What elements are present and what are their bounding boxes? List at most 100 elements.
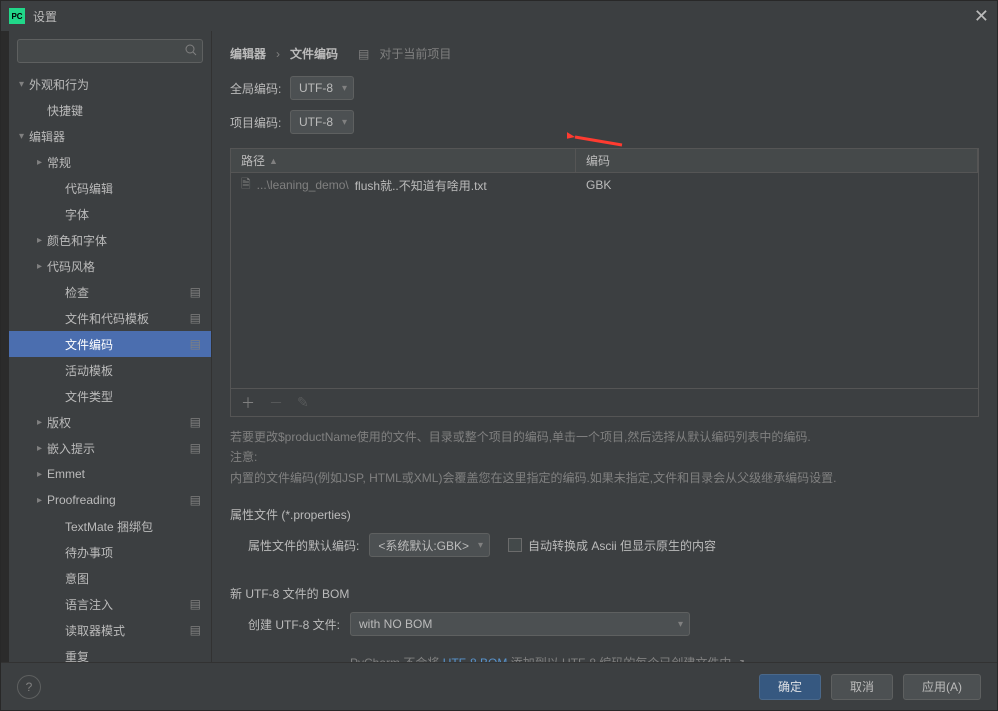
table-row[interactable]: 🗎...\leaning_demo\flush就..不知道有啥用.txtGBK — [231, 173, 978, 197]
tree-item-13[interactable]: ▸版权 ▤ — [9, 409, 211, 435]
tree-item-4[interactable]: 代码编辑 — [9, 175, 211, 201]
tree-item-label: 代码风格 — [47, 258, 95, 275]
project-marker-icon: ▤ — [190, 441, 201, 455]
path-encoding-table: 路径▲ 编码 🗎...\leaning_demo\flush就..不知道有啥用.… — [230, 148, 979, 417]
tree-item-16[interactable]: ▸Proofreading▤ — [9, 487, 211, 513]
tree-item-22[interactable]: 重复 — [9, 643, 211, 662]
sort-asc-icon: ▲ — [269, 156, 278, 166]
settings-dialog: PC 设置 ✕ ▾外观和行为快捷键▾编辑器▸常规代码编辑字体▸颜色和字体▸代码风… — [0, 0, 998, 711]
tree-item-label: 文件编码 — [65, 336, 113, 353]
tree-item-label: 待办事项 — [65, 544, 113, 561]
tree-item-label: 快捷键 — [47, 102, 83, 119]
table-toolbar: ＋ － ✎ — [231, 388, 978, 416]
tree-item-label: 代码编辑 — [65, 180, 113, 197]
project-scope-label: 对于当前项目 — [379, 45, 451, 62]
project-encoding-combo[interactable]: UTF-8 — [290, 110, 354, 134]
tree-item-1[interactable]: 快捷键 — [9, 97, 211, 123]
tree-item-label: 意图 — [65, 570, 89, 587]
tree-item-label: 外观和行为 — [29, 76, 89, 93]
tree-item-3[interactable]: ▸常规 — [9, 149, 211, 175]
cell-path: 🗎...\leaning_demo\flush就..不知道有啥用.txt — [231, 175, 576, 196]
tree-item-20[interactable]: 语言注入▤ — [9, 591, 211, 617]
chevron-icon: ▸ — [37, 443, 47, 454]
tree-item-label: 文件和代码模板 — [65, 310, 149, 327]
search-input[interactable] — [17, 39, 203, 63]
apply-button[interactable]: 应用(A) — [903, 674, 981, 700]
window-title: 设置 — [33, 8, 974, 25]
bom-create-combo[interactable]: with NO BOM — [350, 612, 690, 636]
breadcrumb-editor: 编辑器 — [230, 45, 266, 62]
settings-tree[interactable]: ▾外观和行为快捷键▾编辑器▸常规代码编辑字体▸颜色和字体▸代码风格检查▤文件和代… — [9, 71, 211, 662]
tree-item-10[interactable]: 文件编码 ▤ — [9, 331, 211, 357]
chevron-icon: ▾ — [19, 131, 29, 142]
ascii-checkbox[interactable] — [508, 538, 522, 552]
tree-item-0[interactable]: ▾外观和行为 — [9, 71, 211, 97]
tree-item-label: 嵌入提示 — [47, 440, 95, 457]
hint-text: 若要更改$productName使用的文件、目录或整个项目的编码,单击一个项目,… — [230, 427, 979, 488]
dialog-body: ▾外观和行为快捷键▾编辑器▸常规代码编辑字体▸颜色和字体▸代码风格检查▤文件和代… — [1, 31, 997, 662]
tree-item-12[interactable]: 文件类型 — [9, 383, 211, 409]
chevron-icon: ▸ — [37, 495, 47, 506]
tree-item-7[interactable]: ▸代码风格 — [9, 253, 211, 279]
tree-item-19[interactable]: 意图 — [9, 565, 211, 591]
tree-item-label: 颜色和字体 — [47, 232, 107, 249]
breadcrumb-sep: › — [276, 47, 280, 61]
help-button[interactable]: ? — [17, 675, 41, 699]
edit-button[interactable]: ✎ — [297, 394, 309, 411]
tree-item-label: 字体 — [65, 206, 89, 223]
tree-item-8[interactable]: 检查▤ — [9, 279, 211, 305]
project-marker-icon: ▤ — [190, 311, 201, 325]
dialog-footer: ? 确定 取消 应用(A) — [1, 662, 997, 710]
breadcrumb-file-encodings: 文件编码 — [290, 45, 338, 62]
table-body[interactable]: 🗎...\leaning_demo\flush就..不知道有啥用.txtGBK — [231, 173, 978, 388]
properties-default-combo[interactable]: <系统默认:GBK> — [369, 533, 490, 557]
ide-gutter — [1, 31, 9, 662]
global-encoding-combo[interactable]: UTF-8 — [290, 76, 354, 100]
project-marker-icon: ▤ — [190, 597, 201, 611]
properties-section-title: 属性文件 (*.properties) — [230, 506, 979, 523]
project-encoding-row: 项目编码: UTF-8 — [230, 110, 979, 134]
tree-item-5[interactable]: 字体 — [9, 201, 211, 227]
bom-section-title: 新 UTF-8 文件的 BOM — [230, 585, 979, 602]
main-panel: 编辑器 › 文件编码 ▤ 对于当前项目 全局编码: UTF-8 项目编码: UT… — [212, 31, 997, 662]
bom-row: 创建 UTF-8 文件: with NO BOM — [230, 612, 979, 636]
tree-item-11[interactable]: 活动模板 — [9, 357, 211, 383]
tree-item-label: Proofreading — [47, 493, 116, 507]
bom-create-label: 创建 UTF-8 文件: — [248, 616, 340, 633]
close-icon[interactable]: ✕ — [974, 6, 989, 27]
pycharm-icon: PC — [9, 8, 25, 24]
ok-button[interactable]: 确定 — [759, 674, 821, 700]
tree-item-label: 版权 — [47, 414, 71, 431]
project-marker-icon: ▤ — [190, 337, 201, 351]
chevron-icon: ▸ — [37, 469, 47, 480]
sidebar: ▾外观和行为快捷键▾编辑器▸常规代码编辑字体▸颜色和字体▸代码风格检查▤文件和代… — [9, 31, 212, 662]
add-button[interactable]: ＋ — [241, 393, 255, 413]
tree-item-2[interactable]: ▾编辑器 — [9, 123, 211, 149]
tree-item-21[interactable]: 读取器模式▤ — [9, 617, 211, 643]
tree-item-17[interactable]: TextMate 捆绑包 — [9, 513, 211, 539]
chevron-icon: ▾ — [19, 79, 29, 90]
col-path[interactable]: 路径▲ — [231, 149, 576, 172]
search-wrap — [9, 31, 211, 71]
chevron-icon: ▸ — [37, 417, 47, 428]
chevron-icon: ▸ — [37, 235, 47, 246]
tree-item-18[interactable]: 待办事项 — [9, 539, 211, 565]
col-encoding[interactable]: 编码 — [576, 149, 978, 172]
tree-item-15[interactable]: ▸Emmet — [9, 461, 211, 487]
project-marker-icon: ▤ — [190, 415, 201, 429]
tree-item-9[interactable]: 文件和代码模板 ▤ — [9, 305, 211, 331]
tree-item-6[interactable]: ▸颜色和字体 — [9, 227, 211, 253]
tree-item-label: 编辑器 — [29, 128, 65, 145]
tree-item-label: Emmet — [47, 467, 85, 481]
project-encoding-label: 项目编码: — [230, 114, 290, 131]
chevron-icon: ▸ — [37, 157, 47, 168]
cancel-button[interactable]: 取消 — [831, 674, 893, 700]
tree-item-14[interactable]: ▸嵌入提示 ▤ — [9, 435, 211, 461]
table-header: 路径▲ 编码 — [231, 149, 978, 173]
utf8-bom-link[interactable]: UTF-8 BOM — [443, 656, 508, 662]
remove-button[interactable]: － — [269, 393, 283, 413]
breadcrumb: 编辑器 › 文件编码 ▤ 对于当前项目 — [230, 45, 979, 62]
properties-row: 属性文件的默认编码: <系统默认:GBK> 自动转换成 Ascii 但显示原生的… — [230, 533, 979, 557]
tree-item-label: 常规 — [47, 154, 71, 171]
tree-item-label: 重复 — [65, 648, 89, 663]
